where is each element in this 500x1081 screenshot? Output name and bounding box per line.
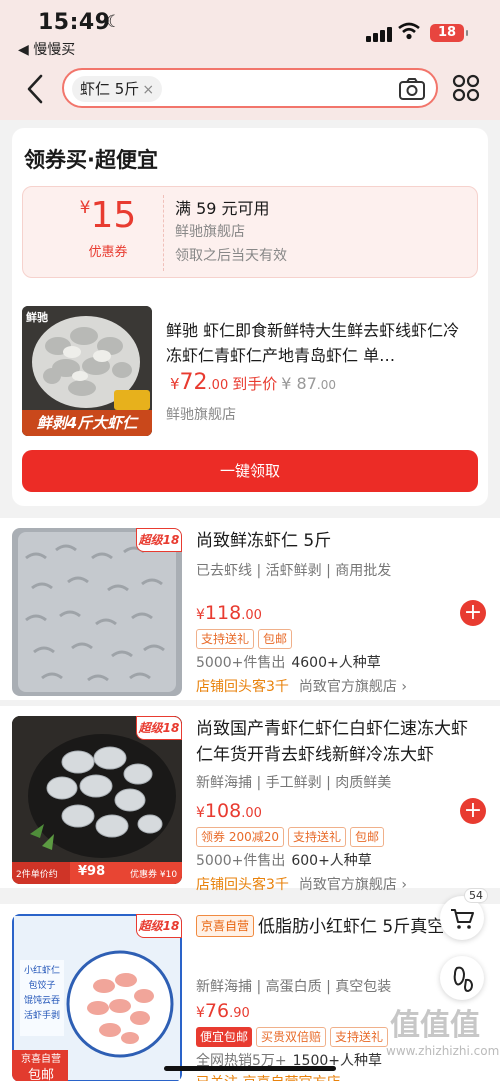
search-input[interactable]: 虾仁 5斤 × xyxy=(62,68,438,108)
search-keyword-text: 虾仁 5斤 xyxy=(80,80,140,98)
product-price: ¥118.00 xyxy=(196,602,262,624)
clear-keyword-icon[interactable]: × xyxy=(142,82,154,98)
featured-product-title[interactable]: 鲜驰 虾仁即食新鲜特大生鲜去虾线虾仁冷冻虾仁青虾仁产地青岛虾仁 单… xyxy=(166,318,466,368)
featured-product-shop[interactable]: 鲜驰旗舰店 xyxy=(166,404,236,424)
product-attributes: 新鲜海捕 | 手工鲜剥 | 肉质鲜美 xyxy=(196,775,392,791)
home-indicator[interactable] xyxy=(164,1066,336,1071)
battery-icon: 18 xyxy=(430,24,468,42)
browse-history-button[interactable] xyxy=(440,956,484,1000)
status-time: 15:49 xyxy=(38,10,111,35)
back-to-app-link[interactable]: ◀ 慢慢买 xyxy=(18,39,75,59)
coupon-condition: 满 59 元可用 xyxy=(175,199,270,218)
product-tags: 支持送礼 包邮 xyxy=(196,628,296,649)
product-tags: 领券 200减20 支持送礼 包邮 xyxy=(196,826,388,847)
tag-coupon[interactable]: 领券 200减20 xyxy=(196,827,284,847)
add-to-cart-button[interactable]: + xyxy=(460,600,486,626)
product-attributes: 已去虾线 | 活虾鲜剥 | 商用批发 xyxy=(196,563,392,579)
product-sales: 5000+件售出 4600+人种草 xyxy=(196,655,381,671)
tag-gift: 支持送礼 xyxy=(330,1027,389,1047)
coupon-amount: ¥15 xyxy=(79,195,137,236)
status-bar: 15:49 ☾ ◀ 慢慢买 18 xyxy=(0,0,500,62)
coupon-card: 领券买·超便宜 ¥15 优惠券 满 59 元可用 鲜驰旗舰店 领取之后当天有效 xyxy=(12,128,488,506)
tag-free-shipping: 包邮 xyxy=(258,629,293,649)
coupon-validity: 领取之后当天有效 xyxy=(175,248,287,264)
jd-self-operated-tag: 京喜自营 xyxy=(196,915,255,937)
product-shop-line[interactable]: 店铺回头客3千 尚致官方旗舰店 › xyxy=(196,676,407,696)
wifi-icon xyxy=(398,22,420,40)
tag-gift: 支持送礼 xyxy=(196,629,255,649)
featured-product-price: ¥72.00 到手价 ¥ 87.00 xyxy=(170,370,336,395)
tag-cheap-free-shipping: 便宜包邮 xyxy=(196,1027,253,1047)
product-shop-line[interactable]: 已关注 京喜自营官方店 xyxy=(196,1072,340,1081)
product-tags: 便宜包邮 买贵双倍赔 支持送礼 xyxy=(196,1026,392,1047)
product-price: ¥76.90 xyxy=(196,1000,250,1022)
cart-button[interactable]: 54 xyxy=(440,888,488,940)
footprint-icon xyxy=(453,966,474,993)
product-image[interactable]: 超级18 2件单价约 ¥98 优惠券 ¥10 xyxy=(12,716,182,884)
product-sales: 5000+件售出 600+人种草 xyxy=(196,853,372,869)
camera-icon[interactable] xyxy=(398,77,426,101)
super18-badge: 超级18 xyxy=(136,914,182,938)
product-attributes: 新鲜海捕 | 高蛋白质 | 真空包装 xyxy=(196,979,392,995)
product-image[interactable]: 超级18 xyxy=(12,528,182,696)
product-card[interactable]: 超级18 尚致鲜冻虾仁 5斤 已去虾线 | 活虾鲜剥 | 商用批发 ¥118.0… xyxy=(0,518,500,700)
coupon-section-title: 领券买·超便宜 xyxy=(24,148,158,172)
watermark: 值值值 xyxy=(390,1008,480,1043)
product-card[interactable]: 超级18 2件单价约 ¥98 优惠券 ¥10 尚致国产青虾仁虾仁白虾仁速冻大虾仁… xyxy=(0,706,500,893)
product-title[interactable]: 尚致国产青虾仁虾仁白虾仁速冻大虾仁年货开背去虾线新鲜冷冻大虾 xyxy=(196,716,476,768)
tag-gift: 支持送礼 xyxy=(288,827,347,847)
search-keyword-chip[interactable]: 虾仁 5斤 × xyxy=(72,76,163,102)
tag-free-shipping: 包邮 xyxy=(350,827,385,847)
image-side-text: 小红虾仁 包饺子 馄饨云吞 活虾手剥 xyxy=(23,966,60,1021)
more-menu-icon[interactable] xyxy=(452,74,480,102)
claim-coupon-button[interactable]: 一键领取 xyxy=(22,450,478,492)
cellular-signal-icon xyxy=(366,26,392,42)
cart-count-badge: 54 xyxy=(464,888,488,903)
coupon-ticket[interactable]: ¥15 优惠券 满 59 元可用 鲜驰旗舰店 领取之后当天有效 xyxy=(22,186,478,278)
product-shop-line[interactable]: 店铺回头客3千 尚致官方旗舰店 › xyxy=(196,874,407,894)
featured-image-caption: 鲜剥4斤大虾仁 xyxy=(36,414,138,432)
product-title[interactable]: 尚致鲜冻虾仁 5斤 xyxy=(196,528,476,554)
tag-price-guarantee: 买贵双倍赔 xyxy=(256,1027,327,1047)
back-arrow-icon[interactable] xyxy=(22,72,52,106)
featured-image-brand: 鲜驰 xyxy=(26,311,48,324)
super18-badge: 超级18 xyxy=(136,716,182,740)
coupon-label: 优惠券 xyxy=(88,245,128,260)
featured-product-image[interactable]: 鲜驰 鲜剥4斤大虾仁 xyxy=(22,306,152,436)
super18-badge: 超级18 xyxy=(136,528,182,552)
moon-icon: ☾ xyxy=(106,12,122,32)
product-image[interactable]: 超级18 小红虾仁 包饺子 馄饨云吞 活虾手剥 京喜自营 包邮 xyxy=(12,914,182,1081)
search-header: 虾仁 5斤 × xyxy=(0,62,500,120)
add-to-cart-button[interactable]: + xyxy=(460,798,486,824)
coupon-divider xyxy=(163,195,164,271)
product-title[interactable]: 京喜自营 低脂肪小红虾仁 5斤真空装 xyxy=(196,914,476,966)
product-price: ¥108.00 xyxy=(196,800,262,822)
coupon-shop: 鲜驰旗舰店 xyxy=(175,224,245,240)
watermark-url: www.zhizhizhi.com xyxy=(386,1044,500,1058)
